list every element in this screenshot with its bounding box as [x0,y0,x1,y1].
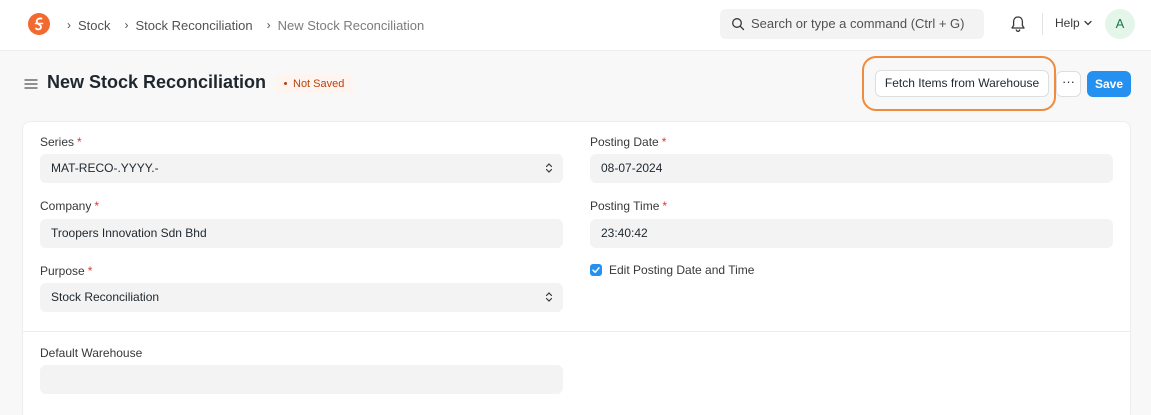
checkmark-icon [592,267,600,274]
posting-time-value: 23:40:42 [601,226,648,240]
posting-date-field[interactable]: 08-07-2024 [590,154,1113,183]
select-arrows-icon [545,292,553,302]
breadcrumb: › Stock › Stock Reconciliation › New Sto… [62,16,433,34]
breadcrumb-current: New Stock Reconciliation [277,17,425,33]
default-warehouse-label: Default Warehouse [40,346,143,360]
more-actions-button[interactable]: ··· [1056,71,1081,97]
search-input[interactable]: Search or type a command (Ctrl + G) [720,9,984,39]
fetch-items-from-warehouse-button[interactable]: Fetch Items from Warehouse [875,70,1049,97]
default-warehouse-field[interactable] [40,365,563,394]
edit-posting-checkbox[interactable] [590,264,602,276]
company-label: Company * [40,199,100,213]
nav-divider [1042,13,1043,35]
avatar[interactable]: A [1105,9,1135,39]
notification-bell-icon[interactable] [1010,15,1026,33]
chevron-right-icon: › [67,18,71,32]
app-logo-icon[interactable] [28,13,50,35]
chevron-right-icon: › [124,18,129,32]
page-title: New Stock Reconciliation [47,72,267,92]
purpose-value: Stock Reconciliation [51,290,160,304]
posting-time-field[interactable]: 23:40:42 [590,219,1113,248]
series-label: Series * [40,135,82,149]
purpose-label: Purpose * [40,264,93,278]
breadcrumb-stock-reconciliation[interactable]: Stock Reconciliation [136,18,253,33]
company-field[interactable]: Troopers Innovation Sdn Bhd [40,219,563,248]
purpose-select[interactable]: Stock Reconciliation [40,283,563,312]
posting-date-value: 08-07-2024 [601,161,663,175]
search-placeholder: Search or type a command (Ctrl + G) [751,16,965,31]
posting-time-label: Posting Time * [590,199,668,213]
series-select[interactable]: MAT-RECO-.YYYY.- [40,154,563,183]
status-badge: Not Saved [275,74,354,94]
posting-date-label: Posting Date * [590,135,667,149]
hamburger-menu-icon[interactable] [24,78,38,90]
navbar: › Stock › Stock Reconciliation › New Sto… [0,0,1151,51]
status-dot-icon [284,81,287,85]
search-icon [732,18,745,31]
save-button[interactable]: Save [1087,71,1131,97]
breadcrumb-stock[interactable]: Stock [78,18,111,33]
help-dropdown[interactable]: Help [1055,16,1092,30]
status-text: Not Saved [293,78,345,90]
chevron-down-icon [1084,20,1092,26]
section-divider [22,331,1131,332]
company-value: Troopers Innovation Sdn Bhd [51,226,207,240]
chevron-right-icon: › [266,18,271,32]
edit-posting-label: Edit Posting Date and Time [609,263,755,277]
series-value: MAT-RECO-.YYYY.- [51,161,159,175]
select-arrows-icon [545,163,553,173]
help-label: Help [1055,16,1080,30]
